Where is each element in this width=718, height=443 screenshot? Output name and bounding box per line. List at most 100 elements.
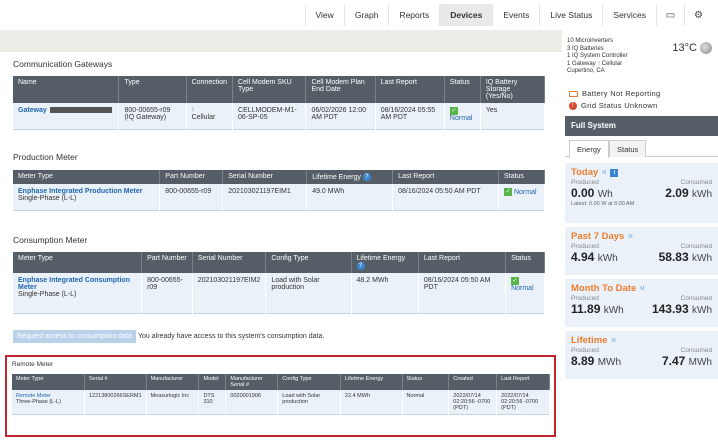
col-manufacturer: Manufacturer (146, 374, 200, 390)
production-title: Production Meter (13, 152, 78, 162)
consumed-label: Consumed (680, 347, 712, 354)
production-meter-link[interactable]: Enphase Integrated Production Meter (18, 188, 142, 195)
produced-label: Produced (571, 295, 599, 302)
today-consumed-unit: kWh (692, 189, 712, 200)
gateway-link[interactable]: Gateway (18, 107, 47, 114)
sidebar-tabs: Energy Status (565, 137, 718, 158)
temperature: 13°C (672, 42, 697, 54)
gateway-status[interactable]: Normal (450, 115, 473, 122)
info-icon[interactable]: i (610, 168, 619, 177)
remote-created: 2022/07/14 02:20:56 -0700 (PDT) (448, 390, 498, 415)
tab-view[interactable]: View (304, 4, 344, 26)
moon-icon (700, 42, 712, 54)
production-status[interactable]: Normal (514, 189, 537, 196)
monitor-icon[interactable]: ▭ (656, 4, 684, 26)
gateway-connection: Cellular (191, 114, 216, 121)
consumed-label: Consumed (680, 295, 712, 302)
remote-phase: Three-Phase (L-L) (16, 399, 61, 405)
remote-manufacturer: Measurlogic Inc (146, 390, 200, 415)
col-last-report: Last Report (375, 76, 445, 103)
gear-icon[interactable]: ⚙ (684, 4, 712, 26)
tab-status[interactable]: Status (609, 140, 647, 157)
past7-consumed: 58.83 (658, 250, 689, 264)
tab-live-status[interactable]: Live Status (539, 4, 602, 26)
col-status: Status (402, 374, 450, 390)
col-created: Created (448, 374, 498, 390)
check-icon: ✓ (511, 277, 520, 285)
consumption-serial: 202103021197EIM2 (192, 273, 267, 313)
battery-icon (569, 90, 578, 97)
table-row: Remote Meter Three-Phase (L-L) 1221380026… (12, 390, 550, 415)
col-serial: Serial Number (222, 170, 308, 184)
consumption-meter-link[interactable]: Enphase Integrated Consumption Meter (18, 277, 130, 291)
gateways-table: Name Type Connection Cell Modem SKU Type… (13, 76, 546, 130)
check-icon: ✓ (449, 107, 458, 115)
month-title: Month To Date (571, 283, 637, 294)
past7-title: Past 7 Days (571, 231, 625, 242)
m-icon: M (628, 233, 633, 240)
lifetime-card: Lifetime M Produced Consumed 8.89 MWh 7.47 … (565, 331, 718, 381)
m-icon: M (611, 337, 616, 344)
col-serial: Serial # (84, 374, 147, 390)
battery-status: Battery Not Reporting (569, 89, 660, 98)
col-connection: Connection (186, 76, 234, 103)
production-energy: 49.0 MWh (306, 184, 394, 210)
col-name: Name (13, 76, 120, 103)
remote-status: Normal (402, 390, 450, 415)
consumption-status[interactable]: Normal (511, 285, 534, 292)
request-access-button[interactable]: Request access to consumption data (13, 330, 136, 343)
info-icon[interactable]: ? (362, 173, 371, 181)
alert-icon: ! (569, 101, 577, 110)
col-energy: Lifetime Energy (340, 374, 403, 390)
lifetime-consumed-unit: MWh (688, 357, 712, 368)
tab-events[interactable]: Events (492, 4, 539, 26)
info-icon[interactable]: ? (356, 262, 365, 270)
tab-reports[interactable]: Reports (388, 4, 439, 26)
weather: 13°C (672, 42, 712, 54)
col-last-report: Last Report (496, 374, 550, 390)
consumed-label: Consumed (680, 179, 712, 186)
consumption-phase: Single-Phase (L-L) (18, 291, 77, 298)
today-title: Today (571, 167, 599, 178)
gateway-plan-end: 06/02/2026 12:00 AM PDT (305, 103, 376, 129)
production-last-report: 08/16/2024 05:50 AM PDT (392, 184, 499, 210)
remote-model: DTS 310 (198, 390, 227, 415)
consumption-table: Meter Type Part Number Serial Number Con… (13, 252, 545, 314)
table-row: Enphase Integrated Production Meter Singl… (13, 184, 546, 210)
tab-graph[interactable]: Graph (343, 4, 389, 26)
remote-energy: 22.4 MWh (340, 390, 403, 415)
access-note: You already have access to this system's… (138, 333, 325, 340)
tab-services[interactable]: Services (602, 4, 656, 26)
remote-last-report: 2022/07/14 02:20:56 -0700 (PDT) (496, 390, 550, 415)
remote-table: Meter Type Serial # Manufacturer Model M… (12, 374, 550, 415)
col-last-report: Last Report (418, 252, 507, 273)
produced-label: Produced (571, 179, 599, 186)
tab-energy[interactable]: Energy (569, 140, 609, 158)
month-consumed: 143.93 (651, 302, 689, 316)
col-meter-type: Meter Type (12, 374, 85, 390)
col-model: Model (198, 374, 227, 390)
consumption-energy: 48.2 MWh (351, 273, 419, 313)
col-status: Status (505, 252, 545, 273)
m-icon: M (640, 285, 645, 292)
gateway-sku: CELLMODEM-M1-06-SP-05 (232, 103, 307, 129)
remote-config: Load with Solar production (277, 390, 341, 415)
gateway-type: 800-00655-r09 (IQ Gateway) (118, 103, 187, 129)
col-meter-type: Meter Type (13, 252, 143, 273)
gateway-last-report: 08/16/2024 05:55 AM PDT (375, 103, 445, 129)
lifetime-produced: 8.89 (571, 354, 595, 368)
col-config: Config Type (277, 374, 341, 390)
tab-devices[interactable]: Devices (439, 4, 493, 26)
remote-mfr-serial: 0020001906 (225, 390, 279, 415)
consumption-last-report: 08/16/2024 05:50 AM PDT (418, 273, 507, 313)
battery-status-text: Battery Not Reporting (582, 89, 661, 98)
col-energy: Lifetime Energy (356, 255, 406, 262)
today-produced: 0.00 (571, 186, 595, 200)
production-part: 800-00655-r09 (159, 184, 224, 210)
col-plan-end: Cell Modem Plan End Date (305, 76, 376, 103)
gateway-battery: Yes (480, 103, 546, 129)
col-battery: IQ Battery Storage (Yes/No) (480, 76, 546, 103)
lifetime-consumed: 7.47 (661, 354, 686, 368)
signal-icon: ⦙⦙ (597, 60, 601, 67)
col-serial: Serial Number (192, 252, 267, 273)
